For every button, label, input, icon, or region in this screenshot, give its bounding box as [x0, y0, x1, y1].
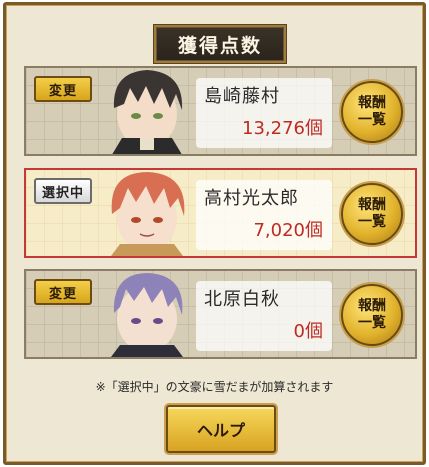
change-button[interactable]: 変更 — [34, 279, 92, 305]
author-name: 北原白秋 — [204, 289, 280, 310]
panel-title: 獲得点数 — [154, 25, 286, 63]
item-count: 7,020個 — [253, 220, 323, 241]
author-name: 島崎藤村 — [204, 86, 280, 107]
author-portrait — [111, 273, 183, 357]
reward-label-line2: 一覧 — [358, 315, 386, 331]
item-count: 0個 — [293, 321, 323, 342]
selected-badge: 選択中 — [34, 178, 92, 204]
reward-label-line1: 報酬 — [358, 95, 386, 111]
item-count: 13,276個 — [242, 118, 323, 139]
author-portrait — [111, 172, 185, 256]
reward-label-line1: 報酬 — [358, 298, 386, 314]
author-card-shimazaki: 変更 島崎藤村 13,276個 報酬 一覧 — [24, 66, 417, 156]
reward-label-line1: 報酬 — [358, 197, 386, 213]
reward-list-button[interactable]: 報酬 一覧 — [341, 284, 403, 346]
change-button[interactable]: 変更 — [34, 76, 92, 102]
reward-label-line2: 一覧 — [358, 112, 386, 128]
author-name: 高村光太郎 — [204, 188, 299, 209]
author-portrait — [112, 70, 183, 154]
score-panel: 獲得点数 変更 島崎藤村 13,276個 報酬 一覧 選択中 高村光太郎 7,0… — [3, 2, 426, 465]
reward-list-button[interactable]: 報酬 一覧 — [341, 81, 403, 143]
help-button[interactable]: ヘルプ — [166, 405, 276, 453]
reward-label-line2: 一覧 — [358, 214, 386, 230]
author-card-takamura: 選択中 高村光太郎 7,020個 報酬 一覧 — [24, 168, 417, 258]
author-card-kitahara: 変更 北原白秋 0個 報酬 一覧 — [24, 269, 417, 359]
reward-list-button[interactable]: 報酬 一覧 — [341, 183, 403, 245]
selection-note: ※「選択中」の文豪に雪だまが加算されます — [95, 380, 334, 394]
